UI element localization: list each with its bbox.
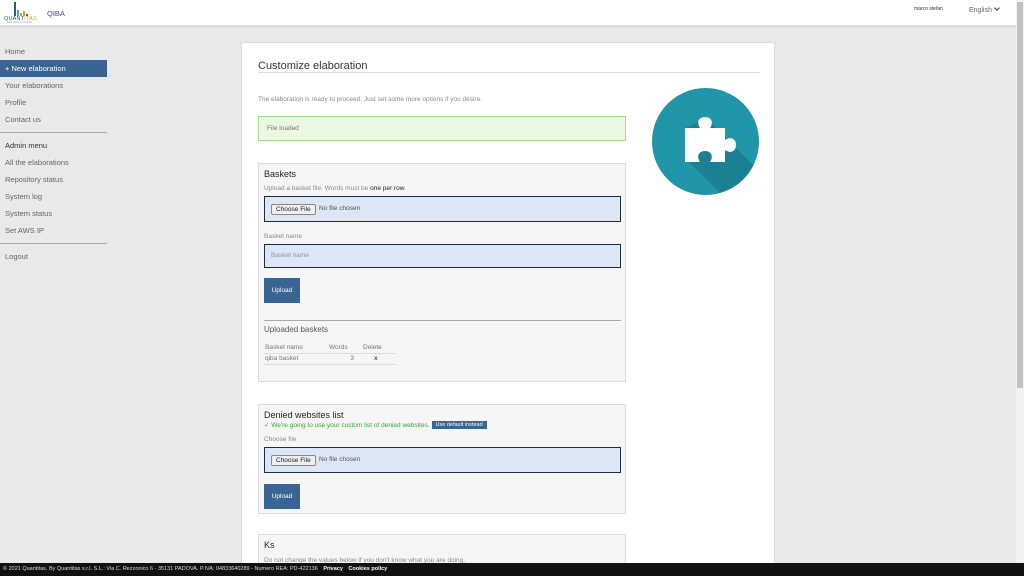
footer: © 2021 Quantitas. By Quantitas s.r.l. S.… xyxy=(0,563,1024,576)
denied-websites-title: Denied websites list xyxy=(264,410,344,420)
denied-status: ✓ We're going to use your custom list of… xyxy=(264,421,487,429)
language-label: English xyxy=(969,7,992,14)
file-status: No file chosen xyxy=(319,205,361,212)
sidebar-item-your-elaborations[interactable]: Your elaborations xyxy=(0,77,107,94)
scrollbar-thumb[interactable] xyxy=(1017,2,1023,388)
sidebar-item-repository-status[interactable]: Repository status xyxy=(0,171,107,188)
sidebar-item-contact-us[interactable]: Contact us xyxy=(0,111,107,128)
quantitas-logo[interactable]: QUANTITAS Data-driven Innovation xyxy=(4,2,40,24)
file-status: No file chosen xyxy=(319,456,361,463)
logo-bars-icon xyxy=(14,2,30,16)
sidebar-item-all-elaborations[interactable]: All the elaborations xyxy=(0,154,107,171)
denied-websites-section: Denied websites list ✓ We're going to us… xyxy=(258,404,626,514)
custom-list-status-text: ✓ We're going to use your custom list of… xyxy=(264,422,430,429)
page-title: Customize elaboration xyxy=(258,60,368,72)
column-header: Words xyxy=(329,343,348,351)
sidebar-item-new-elaboration[interactable]: + New elaboration xyxy=(0,60,107,77)
use-default-button[interactable]: Use default instead xyxy=(431,421,487,429)
user-name[interactable]: marco stefan xyxy=(914,6,943,12)
baskets-table: Basket name Words Delete qiba basket 3 x xyxy=(264,342,396,365)
basket-name-cell: qiba basket xyxy=(264,352,328,365)
puzzle-icon xyxy=(652,88,759,195)
baskets-title: Baskets xyxy=(264,169,297,179)
uploaded-baskets-title: Uploaded baskets xyxy=(264,325,329,334)
cookies-policy-link[interactable]: Cookies policy xyxy=(348,566,387,572)
language-selector[interactable]: English xyxy=(969,5,1000,14)
intro-text: The elaboration is ready to proceed. Jus… xyxy=(258,96,483,103)
logo-tagline: Data-driven Innovation xyxy=(7,21,33,24)
basket-words-cell: 3 xyxy=(328,352,362,365)
choose-file-button[interactable]: Choose File xyxy=(271,455,316,466)
chevron-down-icon xyxy=(994,5,1000,11)
admin-menu-heading: Admin menu xyxy=(5,141,48,150)
sidebar-divider xyxy=(0,132,107,133)
sidebar-item-logout[interactable]: Logout xyxy=(0,248,107,265)
sidebar-item-system-status[interactable]: System status xyxy=(0,205,107,222)
basket-name-label: Basket name xyxy=(264,233,302,240)
sidebar: Home + New elaboration Your elaborations… xyxy=(0,43,107,265)
table-row: qiba basket 3 x xyxy=(264,352,396,365)
privacy-link[interactable]: Privacy xyxy=(323,566,343,572)
denied-file-input[interactable]: Choose File No file chosen xyxy=(264,447,621,473)
sidebar-item-system-log[interactable]: System log xyxy=(0,188,107,205)
ks-title: Ks xyxy=(264,540,275,550)
column-header: Basket name xyxy=(265,343,303,351)
top-bar: QUANTITAS Data-driven Innovation QIBA ma… xyxy=(0,0,1016,26)
sidebar-item-set-aws-ip[interactable]: Set AWS IP xyxy=(0,222,107,239)
upload-basket-button[interactable]: Upload xyxy=(264,278,300,303)
basket-file-input[interactable]: Choose File No file chosen xyxy=(264,196,621,222)
success-alert: File loaded xyxy=(258,116,626,141)
baskets-help: Upload a basket file. Words must be one … xyxy=(264,185,406,192)
column-header: Delete xyxy=(363,343,382,351)
section-divider xyxy=(264,320,621,321)
basket-name-input[interactable]: Basket name xyxy=(264,244,621,268)
delete-basket-button[interactable]: x xyxy=(374,355,378,362)
sidebar-item-profile[interactable]: Profile xyxy=(0,94,107,111)
title-divider xyxy=(258,72,760,73)
footer-text: © 2021 Quantitas. By Quantitas s.r.l. S.… xyxy=(3,566,318,572)
app-name[interactable]: QIBA xyxy=(47,9,65,18)
page-scrollbar[interactable] xyxy=(1016,0,1024,563)
upload-denied-button[interactable]: Upload xyxy=(264,484,300,509)
choose-file-label: Choose file xyxy=(264,436,297,443)
baskets-section: Baskets Upload a basket file. Words must… xyxy=(258,163,626,382)
main-card: Customize elaboration The elaboration is… xyxy=(241,42,775,574)
sidebar-item-home[interactable]: Home xyxy=(0,43,107,60)
sidebar-divider xyxy=(0,243,107,244)
choose-file-button[interactable]: Choose File xyxy=(271,204,316,215)
